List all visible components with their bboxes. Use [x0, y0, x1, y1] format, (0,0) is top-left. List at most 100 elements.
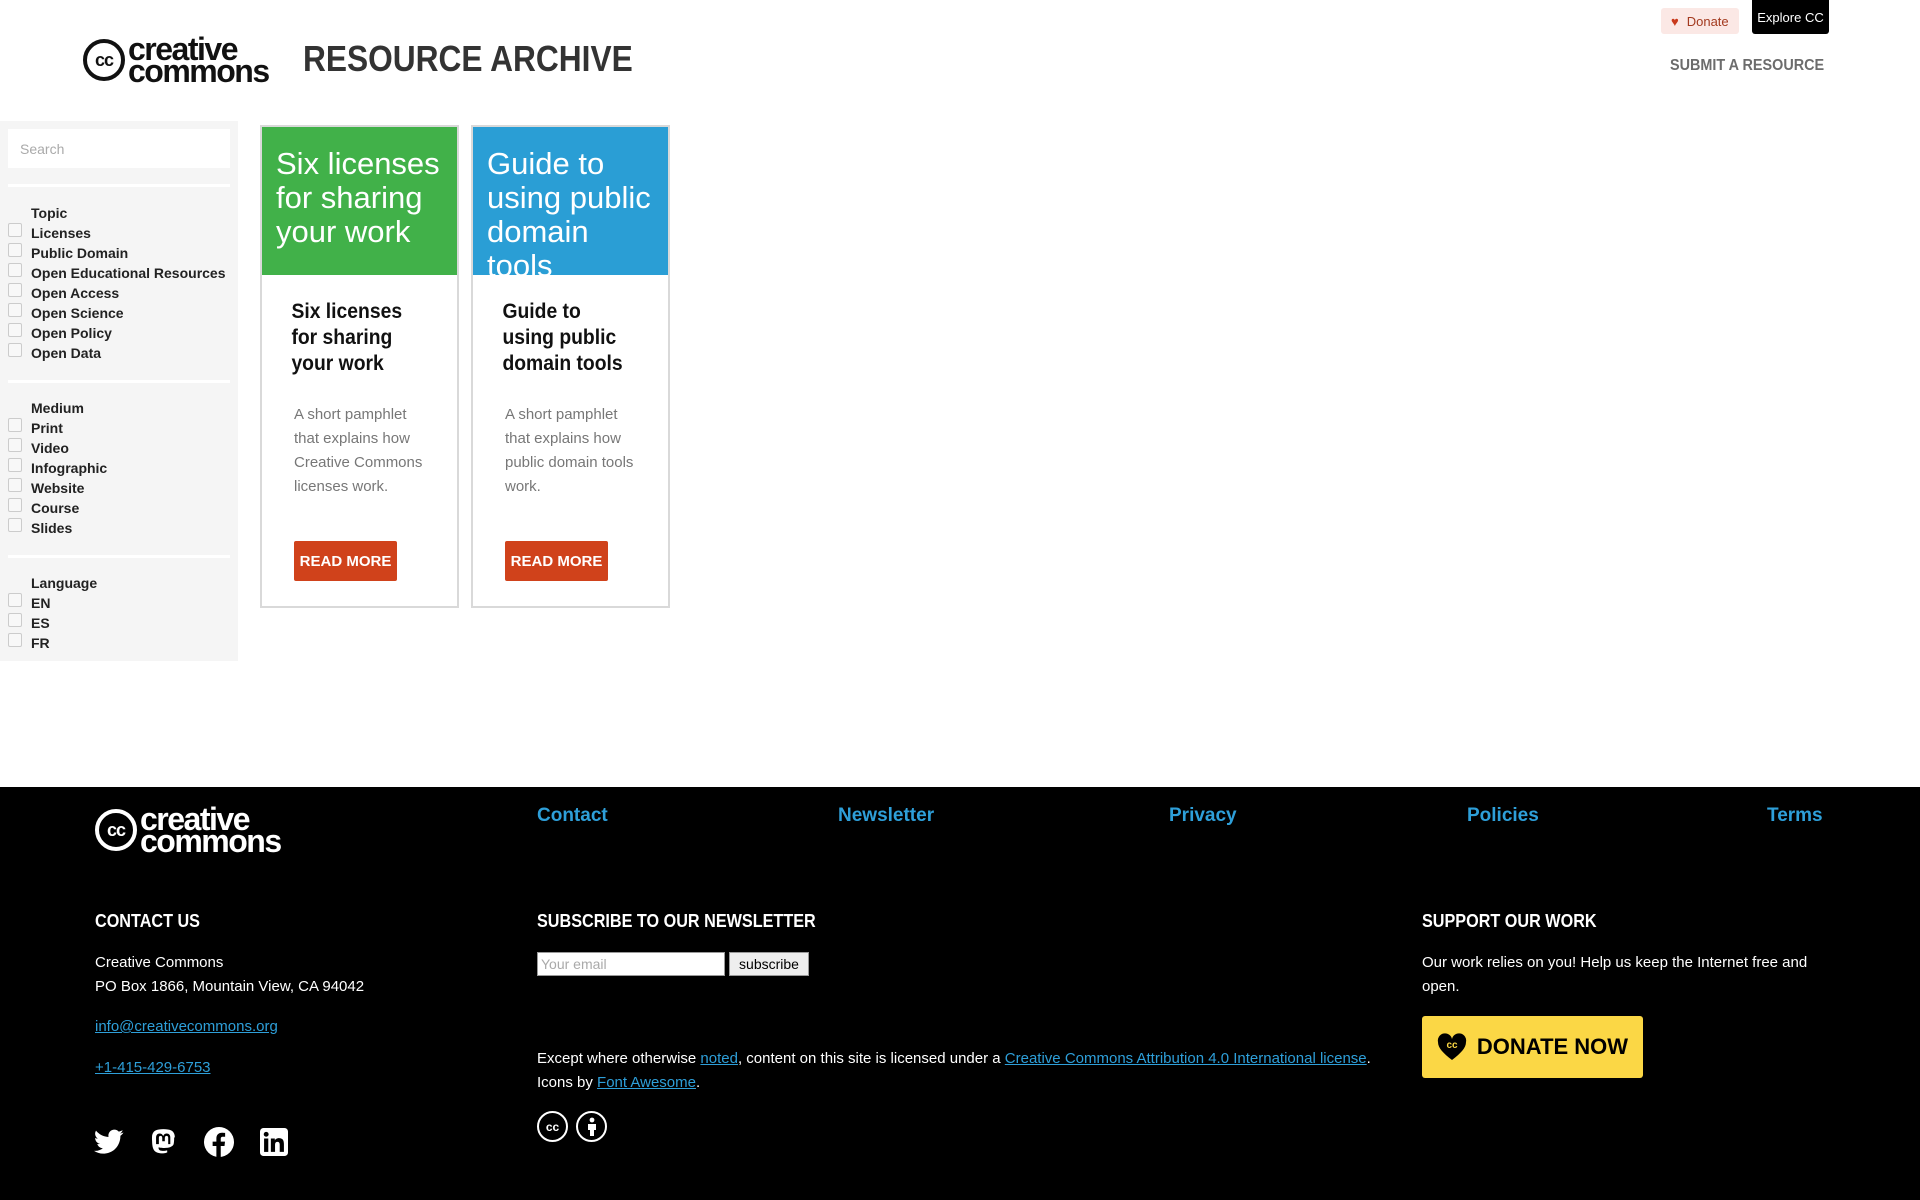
cc-logo-icon: cc: [83, 39, 125, 81]
filter-checkbox[interactable]: [8, 593, 22, 607]
explore-cc-button[interactable]: Explore CC: [1752, 0, 1829, 34]
site-header: cc creative commons RESOURCE ARCHIVE ♥ D…: [0, 0, 1920, 120]
footer-link-policies[interactable]: Policies: [1467, 805, 1539, 827]
footer-link-privacy[interactable]: Privacy: [1169, 805, 1237, 827]
filter-option-label: FR: [31, 635, 50, 651]
filter-checkbox[interactable]: [8, 343, 22, 357]
filter-option[interactable]: Video: [8, 438, 233, 458]
facebook-icon[interactable]: [203, 1126, 235, 1158]
filter-option-label: Course: [31, 500, 80, 516]
card-title[interactable]: Six licenses for sharing your work: [262, 275, 441, 377]
filter-option-label: Print: [31, 420, 63, 436]
donate-button[interactable]: ♥ Donate: [1661, 8, 1739, 34]
subscribe-button[interactable]: subscribe: [729, 952, 809, 976]
filter-option[interactable]: ES: [8, 613, 233, 633]
filter-checkbox[interactable]: [8, 478, 22, 492]
attribution-icon: [576, 1111, 607, 1142]
filter-option[interactable]: Open Policy: [8, 323, 233, 343]
filter-option[interactable]: Website: [8, 478, 233, 498]
card-description: A short pamphlet that explains how publi…: [505, 406, 634, 495]
filter-option[interactable]: Slides: [8, 518, 233, 538]
footer-link-newsletter[interactable]: Newsletter: [838, 805, 934, 827]
read-more-button[interactable]: READ MORE: [294, 541, 397, 581]
filter-option[interactable]: Course: [8, 498, 233, 518]
filter-option-label: Website: [31, 480, 85, 496]
filter-option[interactable]: Open Access: [8, 283, 233, 303]
filter-option-label: Slides: [31, 520, 73, 536]
filter-checkbox[interactable]: [8, 263, 22, 277]
card-hero-image: Guide to using public domain tools: [473, 127, 668, 283]
mastodon-icon[interactable]: [148, 1126, 180, 1158]
filter-option[interactable]: Open Educational Resources: [8, 263, 233, 283]
filter-option-label: Infographic: [31, 460, 108, 476]
filter-checkbox[interactable]: [8, 303, 22, 317]
footer-link-terms[interactable]: Terms: [1767, 805, 1823, 827]
license-badges: cc: [537, 1111, 607, 1142]
noted-link[interactable]: noted: [700, 1050, 738, 1067]
filter-checkbox[interactable]: [8, 283, 22, 297]
filter-option[interactable]: EN: [8, 593, 233, 613]
license-link[interactable]: Creative Commons Attribution 4.0 Interna…: [1005, 1050, 1367, 1067]
cc-logo-wordmark: creative commons: [128, 33, 270, 87]
filter-option[interactable]: Licenses: [8, 223, 233, 243]
page-title: RESOURCE ARCHIVE: [303, 38, 633, 79]
filter-checkbox[interactable]: [8, 633, 22, 647]
cc-logo[interactable]: cc creative commons: [83, 33, 270, 87]
filter-option-label: EN: [31, 595, 51, 611]
icons-credit-text: Icons by: [537, 1074, 598, 1091]
filter-option-label: Open Policy: [31, 325, 112, 341]
donate-now-label: DONATE NOW: [1476, 1034, 1629, 1059]
resource-card[interactable]: Guide to using public domain tools Guide…: [471, 125, 670, 608]
filter-checkbox[interactable]: [8, 518, 22, 532]
license-text: .: [1366, 1050, 1371, 1067]
font-awesome-link[interactable]: Font Awesome: [597, 1074, 696, 1091]
filter-checkbox[interactable]: [8, 223, 22, 237]
icons-credit-text: .: [695, 1074, 701, 1091]
filter-option[interactable]: Infographic: [8, 458, 233, 478]
contact-address: PO Box 1866, Mountain View, CA 94042: [95, 978, 365, 995]
search-input[interactable]: [8, 129, 230, 168]
filter-group-topic: Topic Licenses Public Domain Open Education…: [8, 203, 233, 363]
card-hero-image: Six licenses for sharing your work: [262, 127, 457, 275]
filter-checkbox[interactable]: [8, 323, 22, 337]
contact-heading: CONTACT US: [95, 911, 201, 931]
filter-option[interactable]: Public Domain: [8, 243, 233, 263]
filter-checkbox[interactable]: [8, 498, 22, 512]
twitter-icon[interactable]: [93, 1126, 125, 1158]
footer-cc-logo[interactable]: cc creative commons: [95, 803, 282, 859]
filter-option-label: Open Data: [31, 345, 102, 361]
resource-card[interactable]: Six licenses for sharing your work Six l…: [260, 125, 459, 608]
donate-label: Donate: [1686, 13, 1729, 29]
filter-option[interactable]: FR: [8, 633, 233, 653]
linkedin-icon[interactable]: [258, 1126, 290, 1158]
filter-checkbox[interactable]: [8, 438, 22, 452]
newsletter-email-input[interactable]: [537, 952, 725, 976]
filter-group-language: Language EN ES FR: [8, 573, 233, 653]
filter-checkbox[interactable]: [8, 613, 22, 627]
divider: [8, 555, 230, 558]
submit-resource-link[interactable]: SUBMIT A RESOURCE: [1670, 57, 1824, 75]
license-notice: Except where otherwise noted, content on…: [537, 1047, 1397, 1095]
divider: [8, 184, 230, 187]
read-more-button[interactable]: READ MORE: [505, 541, 608, 581]
filter-option[interactable]: Print: [8, 418, 233, 438]
filter-checkbox[interactable]: [8, 458, 22, 472]
contact-phone-link[interactable]: +1-415-429-6753: [95, 1056, 211, 1080]
card-title[interactable]: Guide to using public domain tools: [473, 275, 652, 377]
filter-option-label: Public Domain: [31, 245, 129, 261]
filter-option[interactable]: Open Science: [8, 303, 233, 323]
contact-email-link[interactable]: info@creativecommons.org: [95, 1015, 278, 1039]
filter-sidebar: Topic Licenses Public Domain Open Education…: [0, 121, 238, 661]
donate-now-button[interactable]: cc DONATE NOW: [1422, 1016, 1643, 1078]
filter-option-label: Licenses: [31, 225, 91, 241]
card-description: A short pamphlet that explains how Creat…: [294, 406, 423, 495]
footer-link-contact[interactable]: Contact: [537, 805, 608, 827]
filter-checkbox[interactable]: [8, 243, 22, 257]
filter-option[interactable]: Open Data: [8, 343, 233, 363]
cc-logo-icon: cc: [95, 809, 137, 851]
filter-checkbox[interactable]: [8, 418, 22, 432]
cc-license-icon: cc: [537, 1111, 568, 1142]
filter-option-label: ES: [31, 615, 50, 631]
logo-word-2: commons: [140, 823, 282, 859]
filter-group-title: Topic: [31, 205, 68, 221]
